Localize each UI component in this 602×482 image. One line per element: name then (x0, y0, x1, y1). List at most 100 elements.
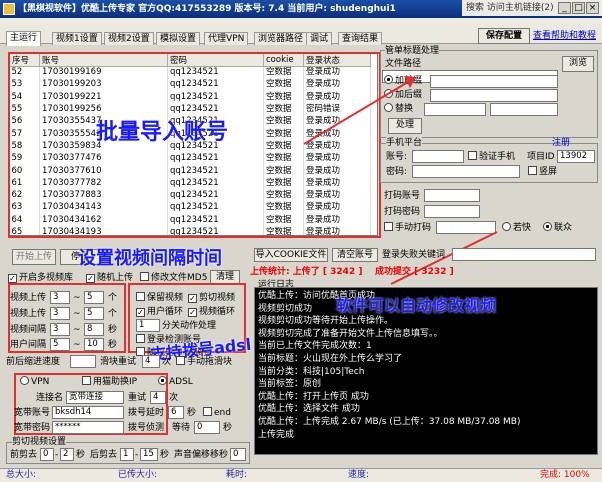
lianzhong-radio[interactable]: 联众 (543, 222, 572, 234)
tab-main[interactable]: 主运行 (6, 31, 42, 46)
tab-simulation[interactable]: 模拟设置 (156, 32, 201, 45)
captcha-password-label: 打码密码 (384, 207, 421, 217)
save-config-button[interactable]: 保存配置 (478, 28, 530, 44)
clear-button[interactable]: 清理 (210, 270, 240, 284)
retry-unit: 次 (169, 393, 179, 403)
end-checkbox[interactable]: end (203, 407, 231, 419)
tab-video2[interactable]: 视频2设置 (104, 32, 154, 45)
use-adsl-ip-checkbox[interactable]: 用猫助换IP (82, 376, 137, 388)
connect-name-input[interactable]: 宽带连接 (66, 391, 124, 404)
audio-offset-label: 声音偏移移秒 (174, 450, 229, 460)
minimize-button[interactable]: _ (558, 2, 571, 14)
interval-min[interactable]: 3 (50, 323, 70, 336)
user-interval-min[interactable]: 5 (50, 338, 70, 351)
tab-proxy[interactable]: 代理VPN (204, 32, 249, 45)
upload2-min[interactable]: 3 (50, 307, 70, 320)
tab-debug[interactable]: 调试 (306, 32, 333, 45)
vertical-screen-checkbox[interactable]: 竖屏 (528, 166, 557, 178)
interval-max[interactable]: 8 (84, 323, 104, 336)
overlay-auto-modify: 软件可以自动修改视频 (336, 296, 497, 315)
replace-from-input[interactable] (424, 103, 486, 116)
tab-bar: 主运行 视频1设置 视频2设置 模拟设置 代理VPN 浏览器路径 调试 查询结果… (0, 18, 602, 46)
broadband-password-input[interactable]: ****** (52, 421, 124, 434)
maximize-button[interactable]: □ (572, 2, 585, 14)
user-loop-checkbox[interactable]: ✓ 用户循环 (136, 306, 183, 318)
captcha-account-input[interactable] (424, 189, 480, 202)
front-cut-label: 前剪去 (10, 450, 38, 460)
file-path-label: 文件路径 (385, 59, 422, 69)
front-cut-min[interactable]: 0 (40, 448, 54, 461)
manual-slide-checkbox[interactable]: 手动拖滑块 (176, 356, 232, 368)
elapsed-time: 耗时: (226, 470, 248, 480)
upload2-max[interactable]: 5 (84, 307, 104, 320)
upload1-max[interactable]: 5 (84, 291, 104, 304)
slider-retry-label: 滑块重试 (100, 357, 137, 367)
user-interval-label: 用户间隔 (10, 340, 47, 350)
platform-account-input[interactable] (412, 150, 464, 163)
close-button[interactable]: × (586, 2, 599, 14)
tab-results[interactable]: 查询结果 (338, 32, 383, 45)
user-interval-max[interactable]: 10 (84, 338, 104, 351)
prefix-input[interactable] (430, 75, 558, 88)
tab-video1[interactable]: 视频1设置 (52, 32, 102, 45)
upload1-label: 视频上传 (10, 293, 47, 303)
browse-button[interactable]: 浏览 (562, 56, 594, 72)
app-icon (3, 3, 15, 15)
front-cut-tilde: - (55, 450, 59, 460)
total-size: 总大小: (6, 470, 37, 480)
wait-unit: 秒 (223, 423, 233, 433)
title-bar: 【黑棋视软件】优酷上传专家 官方QQ:417553289 版本号: 7.4 当前… (0, 0, 602, 18)
log-line: 当前标题：火山现在外上传么学习了 (258, 353, 403, 364)
keep-video-checkbox[interactable]: 保留视频 (136, 292, 183, 304)
slider-retry-input[interactable]: 4 (142, 355, 160, 368)
suffix-input[interactable] (430, 89, 558, 102)
upload1-min[interactable]: 3 (50, 291, 70, 304)
log-line: 上传完成 (258, 429, 295, 440)
back-cut-label: 后剪去 (90, 450, 118, 460)
video-loop-checkbox[interactable]: ✓ 视频循环 (188, 306, 235, 318)
log-line: 当前标签：原创 (258, 379, 322, 390)
log-line: 视频剪切完成了准备开始文件上传信息填写。。 (258, 328, 443, 339)
back-cut-max[interactable]: 15 (140, 448, 158, 461)
verify-phone-checkbox[interactable]: 验证手机 (468, 151, 515, 163)
front-cut-max[interactable]: 2 (60, 448, 74, 461)
split-minutes-input[interactable]: 1 (136, 319, 160, 332)
complete-percent: 完成: 100% (540, 470, 590, 480)
slider-retry-unit: 次 (162, 357, 172, 367)
dial-detect-label: 拨号侦测 (128, 423, 165, 433)
import-cookie-button[interactable]: 导入COOKIE文件 (254, 248, 328, 262)
overlay-set-interval: 设置视频间隔时间 (78, 248, 222, 269)
back-cut-unit: 秒 (160, 450, 170, 460)
ruokuai-radio[interactable]: 若快 (502, 222, 531, 234)
scroll-speed-input[interactable] (70, 355, 96, 368)
platform-account-label: 账号: (386, 152, 408, 162)
captcha-password-input[interactable] (424, 205, 480, 218)
start-upload-button[interactable]: 开始上传 (12, 249, 56, 265)
clear-accounts-button[interactable]: 清空账号 (332, 248, 378, 262)
tab-browser-path[interactable]: 浏览器路径 (254, 32, 308, 45)
wait-input[interactable]: 0 (194, 421, 220, 434)
adsl-radio[interactable]: ADSL (158, 376, 193, 388)
dial-delay-input[interactable]: 6 (168, 406, 184, 419)
fail-keyword-input[interactable] (452, 248, 596, 261)
project-id-input[interactable]: 13902 (557, 150, 595, 163)
replace-to-input[interactable] (490, 103, 558, 116)
upload2-unit: 个 (108, 309, 118, 319)
back-cut-min[interactable]: 1 (120, 448, 134, 461)
retry-input[interactable]: 4 (150, 391, 166, 404)
split-minutes-label: 分关动作处理 (162, 321, 217, 331)
vpn-radio[interactable]: VPN (20, 376, 49, 388)
broadband-account-input[interactable]: bksdh14 (52, 406, 124, 419)
cut-video-checkbox[interactable]: ✓ 剪切视频 (188, 292, 235, 304)
tilde-2: ~ (73, 309, 81, 319)
dial-delay-label: 拨号延时 (128, 408, 165, 418)
wait-label: 等待 (172, 423, 191, 433)
upload2-label: 视频上传 (10, 309, 47, 319)
fail-keyword-label: 登录失败关键词 (382, 250, 446, 260)
audio-offset-input[interactable]: 0 (230, 448, 246, 461)
platform-password-input[interactable] (412, 165, 520, 178)
register-link[interactable]: 注册 (552, 137, 570, 149)
background-window-strip: 搜索 访问主机链接(2) _ □ × (462, 0, 602, 16)
log-line: 优酷上传：上传完成 2.67 MB/s (已上传：37.08 MB/37.08 … (258, 416, 521, 427)
help-link[interactable]: 查看帮助和教程 (533, 30, 596, 42)
